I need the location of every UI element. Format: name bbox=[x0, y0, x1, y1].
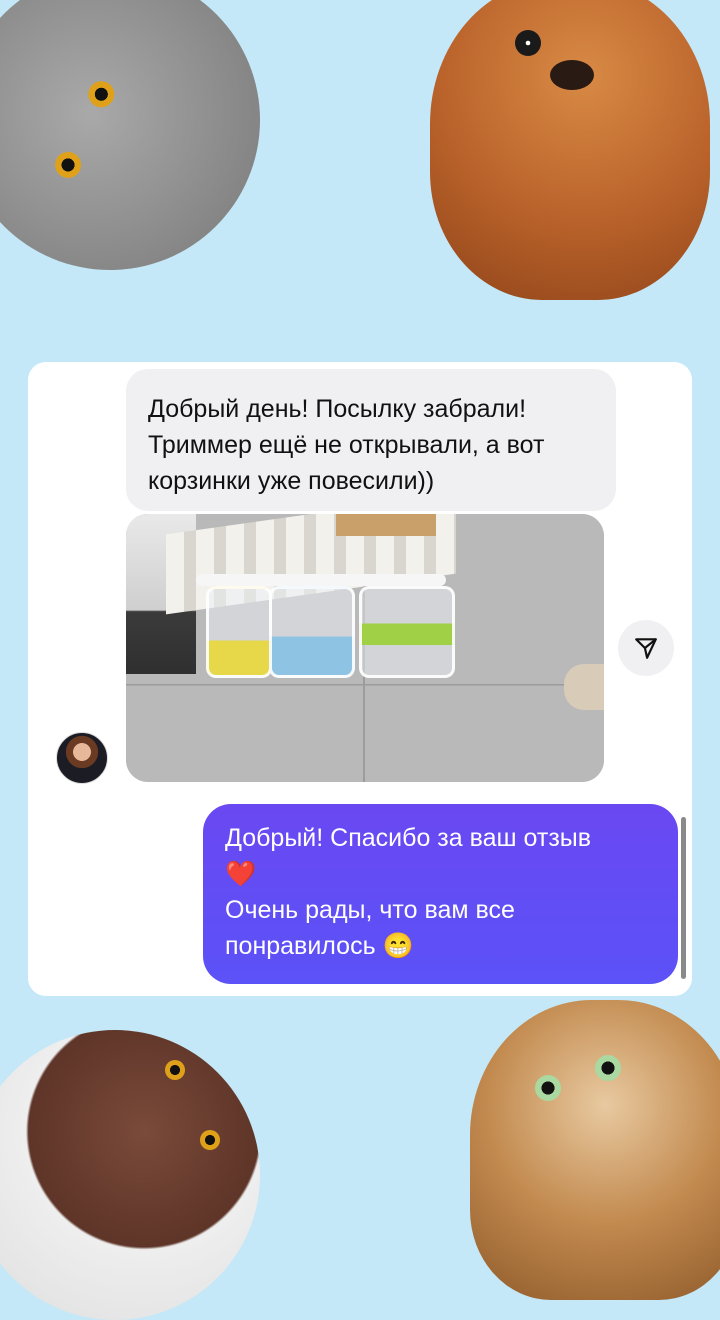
incoming-message[interactable]: Добрый день! Посылку забрали! Триммер ещ… bbox=[126, 369, 616, 511]
message-photo[interactable] bbox=[126, 514, 604, 782]
photo-shoe bbox=[564, 664, 604, 710]
cat-eye bbox=[84, 76, 119, 112]
photo-basket bbox=[206, 586, 272, 678]
avatar[interactable] bbox=[56, 732, 108, 784]
gray-cat-photo bbox=[0, 0, 310, 320]
outgoing-message-line: Очень рады, что вам все bbox=[225, 896, 515, 924]
photo-basket bbox=[359, 586, 455, 678]
cat-eye bbox=[595, 1055, 621, 1081]
spotted-dog-photo bbox=[0, 1030, 260, 1320]
outgoing-message-line: понравилось 😁 bbox=[225, 932, 414, 960]
dog-eye bbox=[165, 1060, 185, 1080]
dog-eye bbox=[200, 1130, 220, 1150]
chat-card: Добрый день! Посылку забрали! Триммер ещ… bbox=[28, 362, 692, 996]
outgoing-message[interactable]: Добрый! Спасибо за ваш отзыв ❤️ Очень ра… bbox=[203, 804, 678, 984]
share-send-icon bbox=[635, 638, 657, 659]
cat-eye bbox=[50, 147, 86, 183]
scrollbar[interactable] bbox=[681, 817, 686, 979]
photo-rail bbox=[196, 574, 446, 586]
photo-basket bbox=[269, 586, 355, 678]
outgoing-message-line: Добрый! Спасибо за ваш отзыв bbox=[225, 824, 592, 852]
cat-eye bbox=[535, 1075, 561, 1101]
tabby-cat-photo bbox=[470, 1000, 720, 1300]
share-button[interactable] bbox=[618, 620, 674, 676]
heart-emoji: ❤️ bbox=[225, 860, 257, 888]
brown-dog-photo bbox=[430, 0, 710, 300]
dog-nose bbox=[550, 60, 594, 90]
incoming-message-text: Добрый день! Посылку забрали! Триммер ещ… bbox=[148, 395, 545, 495]
dog-eye bbox=[515, 30, 541, 56]
photo-tray bbox=[336, 514, 436, 536]
